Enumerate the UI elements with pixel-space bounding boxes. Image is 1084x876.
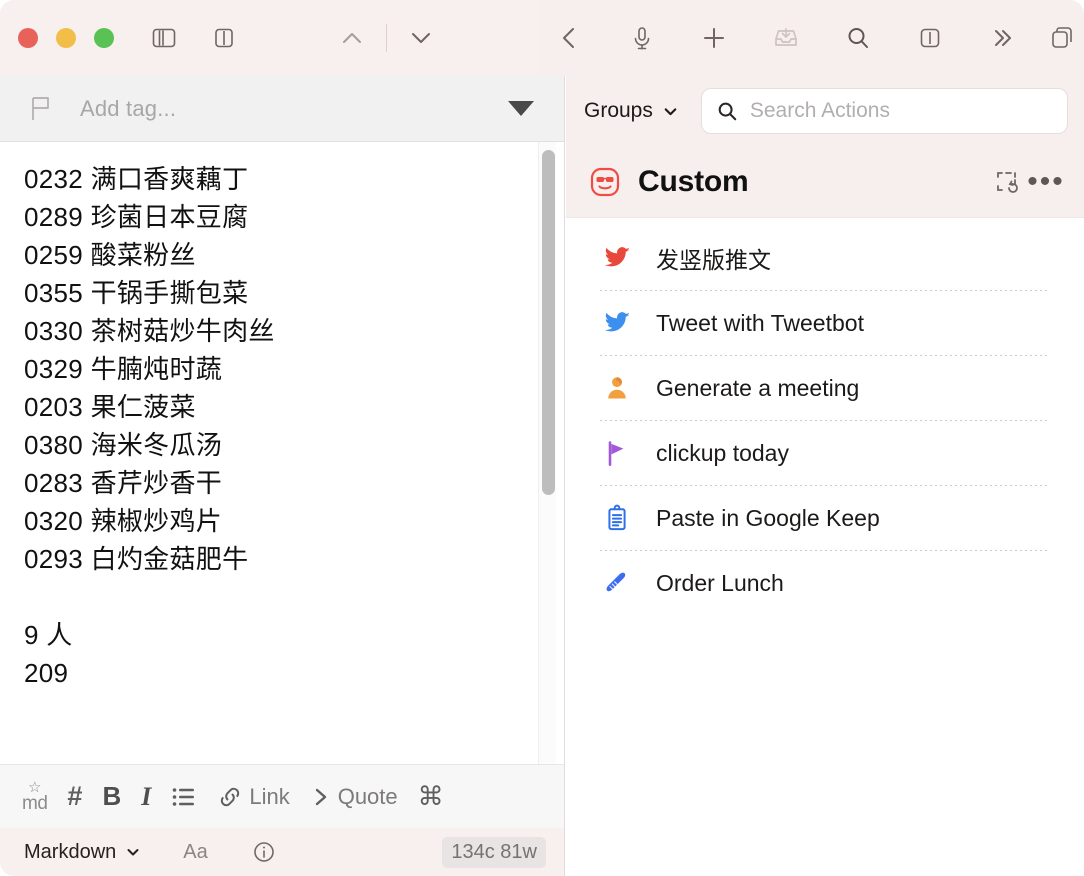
editor-scrollbar-thumb[interactable]	[542, 150, 555, 495]
title-bar	[0, 0, 1084, 76]
note-editor-pane: Add tag... 0232 满口香爽藕丁 0289 珍菌日本豆腐 0259 …	[0, 76, 565, 876]
list-item[interactable]: Order Lunch	[566, 551, 1070, 615]
group-title: Custom	[638, 164, 749, 198]
heading-button[interactable]: #	[57, 775, 92, 819]
search-input[interactable]: Search Actions	[750, 99, 890, 123]
action-label: 发竖版推文	[656, 247, 771, 273]
action-label: Paste in Google Keep	[656, 504, 880, 531]
group-title-row: Custom •••	[566, 146, 1084, 218]
toolbar-divider	[386, 24, 387, 52]
copy-icon[interactable]	[1040, 16, 1084, 60]
sunglasses-face-icon	[588, 165, 622, 199]
note-text[interactable]: 0232 满口香爽藕丁 0289 珍菌日本豆腐 0259 酸菜粉丝 0355 干…	[0, 142, 564, 692]
list-item[interactable]: clickup today	[566, 421, 1070, 485]
markdown-badge-icon[interactable]: ☆ md	[12, 775, 57, 819]
font-size-button[interactable]: Aa	[183, 841, 207, 864]
bold-button[interactable]: B	[92, 775, 131, 819]
chevron-down-icon	[127, 849, 139, 856]
heading-glyph: #	[67, 781, 83, 811]
word-count-badge: 134c 81w	[442, 836, 546, 868]
action-label: clickup today	[656, 439, 789, 466]
panel-toggle-icon[interactable]	[908, 16, 952, 60]
traffic-lights	[18, 28, 114, 48]
quote-label: Quote	[337, 783, 398, 809]
italic-button[interactable]: I	[131, 775, 161, 819]
format-toolbar: ☆ md # B I Link Quote ⌘	[0, 764, 564, 828]
markdown-mode-label: Markdown	[24, 840, 117, 863]
chevrons-right-icon[interactable]	[980, 16, 1024, 60]
titlebar-left-zone	[0, 0, 538, 76]
action-label: Order Lunch	[656, 569, 784, 596]
list-item[interactable]: Tweet with Tweetbot	[566, 291, 1070, 355]
action-label: Tweet with Tweetbot	[656, 309, 864, 336]
reload-frame-icon[interactable]	[986, 162, 1026, 202]
inbox-icon[interactable]	[764, 16, 808, 60]
twitter-bird-icon	[600, 241, 634, 275]
sidebar-toggle-icon[interactable]	[142, 16, 186, 60]
editor-toggle-icon[interactable]	[202, 16, 246, 60]
chevron-down-icon	[664, 107, 677, 115]
italic-glyph: I	[141, 781, 152, 811]
plus-icon[interactable]	[692, 16, 736, 60]
search-icon[interactable]	[836, 16, 880, 60]
markdown-mode-selector[interactable]: Markdown	[24, 841, 141, 864]
titlebar-right-zone	[538, 0, 1084, 76]
chevron-up-icon[interactable]	[330, 16, 374, 60]
search-icon	[718, 102, 737, 121]
status-bar: Markdown Aa 134c 81w	[0, 828, 564, 876]
list-item[interactable]: Generate a meeting	[566, 356, 1070, 420]
groups-label: Groups	[584, 99, 653, 122]
markdown-text-glyph: md	[22, 793, 48, 814]
close-button[interactable]	[18, 28, 38, 48]
microphone-icon[interactable]	[620, 16, 664, 60]
info-icon[interactable]	[252, 840, 276, 864]
chevron-down-icon[interactable]	[399, 16, 443, 60]
editor-scrollbar[interactable]	[538, 142, 556, 764]
baguette-icon	[600, 566, 634, 600]
twitter-bird-icon	[600, 306, 634, 340]
actions-header: Groups Search Actions	[566, 76, 1084, 146]
bullet-list-icon[interactable]	[161, 775, 207, 819]
groups-dropdown[interactable]: Groups	[582, 95, 681, 127]
clipboard-icon	[600, 501, 634, 535]
bold-glyph: B	[102, 781, 122, 811]
caret-down-icon[interactable]	[508, 101, 534, 116]
ellipsis-icon[interactable]: •••	[1026, 162, 1066, 202]
tag-bar[interactable]: Add tag...	[0, 76, 564, 142]
link-label: Link	[249, 783, 290, 809]
flag-icon	[28, 94, 58, 124]
minimize-button[interactable]	[56, 28, 76, 48]
command-button[interactable]: ⌘	[408, 775, 454, 819]
list-item[interactable]: 发竖版推文	[566, 226, 1070, 290]
person-silhouette-icon	[600, 371, 634, 405]
ellipsis-glyph: •••	[1027, 165, 1065, 198]
add-tag-input[interactable]: Add tag...	[58, 96, 508, 122]
app-window: Add tag... 0232 满口香爽藕丁 0289 珍菌日本豆腐 0259 …	[0, 0, 1084, 876]
action-label: Generate a meeting	[656, 374, 860, 401]
list-item[interactable]: Paste in Google Keep	[566, 486, 1070, 550]
zoom-button[interactable]	[94, 28, 114, 48]
editor-scroll-area: 0232 满口香爽藕丁 0289 珍菌日本豆腐 0259 酸菜粉丝 0355 干…	[0, 142, 564, 764]
link-button[interactable]: Link	[207, 775, 299, 819]
actions-pane: Groups Search Actions Custom ••• 发竖版推文 T…	[566, 76, 1084, 876]
actions-list: 发竖版推文 Tweet with Tweetbot Generate a mee…	[566, 218, 1084, 615]
command-glyph: ⌘	[417, 781, 444, 811]
back-chevron-icon[interactable]	[548, 16, 592, 60]
quote-button[interactable]: Quote	[300, 775, 408, 819]
search-actions-field[interactable]: Search Actions	[700, 88, 1068, 134]
flag-icon	[600, 436, 634, 470]
